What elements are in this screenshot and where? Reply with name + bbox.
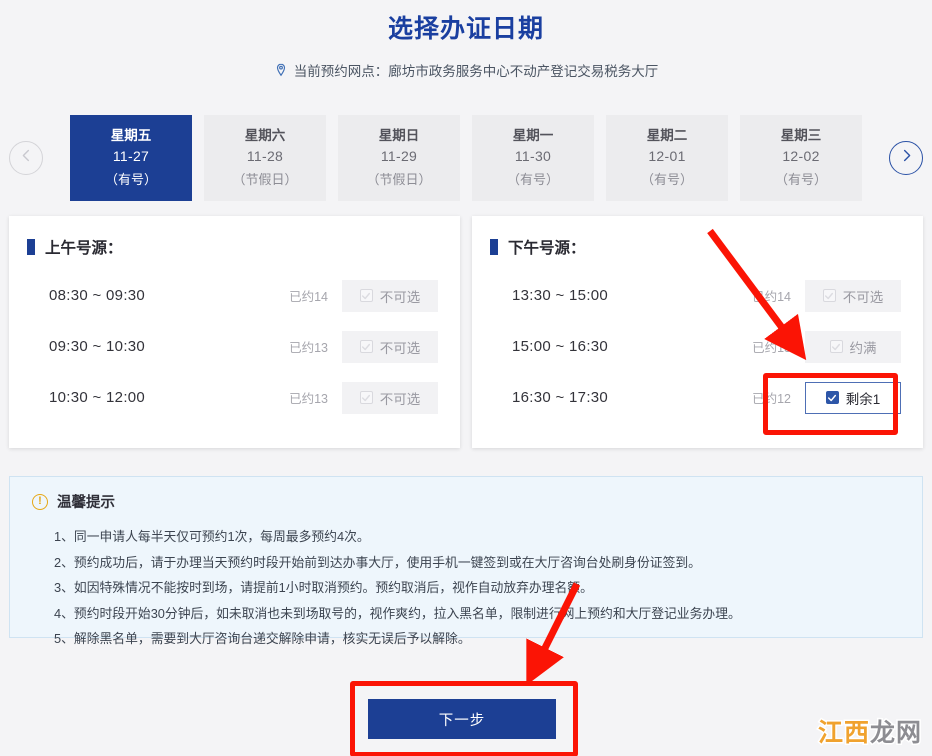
- slot-time: 15:00 ~ 16:30: [512, 338, 609, 355]
- afternoon-panel-title: 下午号源：: [490, 236, 901, 258]
- slot-row: 08:30 ~ 09:30 已约14 不可选: [27, 270, 438, 321]
- slot-state-label: 不可选: [842, 289, 884, 305]
- date-tab-date: 11-28: [246, 147, 284, 164]
- date-tab-11-28[interactable]: 星期六 11-28 （节假日）: [204, 115, 326, 201]
- chevron-right-icon: [899, 148, 914, 168]
- page-title: 选择办证日期: [387, 15, 544, 43]
- checkbox-icon: [822, 289, 836, 302]
- date-tab-note: （有号）: [640, 172, 693, 188]
- current-site-label: 当前预约网点：廊坊市政务服务中心不动产登记交易税务大厅: [293, 64, 659, 79]
- date-tab-weekday: 星期六: [244, 127, 286, 143]
- tips-list: 1、同一申请人每半天仅可预约1次，每周最多预约4次。 2、预约成功后，请于办理当天…: [32, 524, 902, 652]
- tips-heading: ! 温馨提示: [32, 491, 902, 512]
- slot-row: 10:30 ~ 12:00 已约13 不可选: [27, 372, 438, 423]
- watermark-part2: 龙网: [868, 719, 922, 747]
- appointment-date-page: 选择办证日期 当前预约网点：廊坊市政务服务中心不动产登记交易税务大厅 星期五 11…: [0, 0, 932, 756]
- date-tab-note: （有号）: [506, 172, 559, 188]
- slot-booked-count: 已约14: [752, 290, 791, 304]
- next-week-button[interactable]: [889, 141, 923, 175]
- afternoon-panel-title-label: 下午号源：: [508, 240, 586, 257]
- date-tab-weekday: 星期二: [646, 127, 688, 143]
- tips-heading-label: 温馨提示: [57, 495, 115, 511]
- slot-time: 16:30 ~ 17:30: [512, 389, 609, 406]
- slot-time: 13:30 ~ 15:00: [512, 287, 609, 304]
- slot-booked-count: 已约14: [289, 290, 328, 304]
- tips-item: 2、预约成功后，请于办理当天预约时段开始前到达办事大厅，使用手机一键签到或在大厅…: [54, 554, 701, 570]
- morning-panel: 上午号源： 08:30 ~ 09:30 已约14 不可选 09:30 ~ 10:30 已…: [9, 216, 460, 448]
- slot-row: 09:30 ~ 10:30 已约13 不可选: [27, 321, 438, 372]
- slot-checkbox-option: 约满: [805, 330, 901, 363]
- date-tab-list: 星期五 11-27 （有号） 星期六 11-28 （节假日） 星期日 11-29 （节假日） 星期…: [70, 115, 862, 201]
- date-tab-note: （节假日）: [232, 172, 298, 188]
- slot-state-label: 不可选: [379, 340, 421, 356]
- morning-panel-title: 上午号源：: [27, 236, 438, 258]
- morning-panel-title-label: 上午号源：: [45, 240, 123, 257]
- slot-state-label: 不可选: [379, 391, 421, 407]
- morning-slot-list: 08:30 ~ 09:30 已约14 不可选 09:30 ~ 10:30 已约13 不可选…: [27, 270, 438, 423]
- date-strip: 星期五 11-27 （有号） 星期六 11-28 （节假日） 星期日 11-29 （节假日） 星期…: [0, 110, 932, 206]
- tips-item: 3、如因特殊情况不能按时到场，请提前1小时取消预约。预约取消后，视作自动放弃办理…: [54, 580, 593, 596]
- date-tab-11-27[interactable]: 星期五 11-27 （有号）: [70, 115, 192, 201]
- chevron-left-icon: [19, 148, 34, 168]
- date-tab-11-29[interactable]: 星期日 11-29 （节假日）: [338, 115, 460, 201]
- date-tab-note: （节假日）: [366, 172, 432, 188]
- exclamation-circle-icon: !: [32, 493, 48, 510]
- slot-state-label: 约满: [849, 340, 877, 356]
- date-tab-date: 11-27: [112, 147, 150, 164]
- date-tab-date: 11-30: [514, 147, 552, 164]
- date-tab-11-30[interactable]: 星期一 11-30 （有号）: [472, 115, 594, 201]
- slot-booked-count: 已约13: [289, 341, 328, 355]
- slot-checkbox-option: 不可选: [342, 381, 438, 414]
- slot-booked-count: 已约13: [752, 341, 791, 355]
- date-tab-weekday: 星期五: [110, 127, 152, 143]
- date-tab-weekday: 星期一: [512, 127, 554, 143]
- slot-checkbox-option: 不可选: [342, 330, 438, 363]
- slot-row: 15:00 ~ 16:30 已约13 约满: [490, 321, 901, 372]
- date-tab-note: （有号）: [104, 172, 157, 188]
- slot-state-label: 不可选: [379, 289, 421, 305]
- slot-checkbox-option: 不可选: [342, 279, 438, 312]
- location-pin-icon: [274, 62, 288, 78]
- tips-box: ! 温馨提示 1、同一申请人每半天仅可预约1次，每周最多预约4次。 2、预约成功后…: [9, 476, 923, 646]
- date-tab-note: （有号）: [774, 172, 827, 188]
- slot-row: 13:30 ~ 15:00 已约14 不可选: [490, 270, 901, 321]
- slot-checkbox-option: 不可选: [805, 279, 901, 312]
- slot-time: 09:30 ~ 10:30: [49, 338, 146, 355]
- watermark: 江西龙网: [816, 719, 922, 747]
- slot-booked-count: 已约13: [289, 392, 328, 406]
- date-tab-date: 11-29: [380, 147, 418, 164]
- tips-item: 5、解除黑名单，需要到大厅咨询台递交解除申请，核实无误后予以解除。: [54, 631, 471, 647]
- slot-time: 08:30 ~ 09:30: [49, 287, 146, 304]
- checkbox-icon: [359, 391, 373, 404]
- current-site-line: 当前预约网点：廊坊市政务服务中心不动产登记交易税务大厅: [0, 60, 932, 80]
- date-tab-date: 12-02: [782, 147, 820, 164]
- tips-item: 1、同一申请人每半天仅可预约1次，每周最多预约4次。: [54, 529, 370, 544]
- checkbox-icon: [359, 289, 373, 302]
- prev-week-button[interactable]: [9, 141, 43, 175]
- checkbox-icon: [829, 340, 843, 353]
- date-tab-date: 12-01: [648, 147, 686, 164]
- tips-item: 4、预约时段开始30分钟后，如未取消也未到场取号的，视作爽约，拉入黑名单，限制进…: [54, 605, 741, 621]
- date-tab-weekday: 星期日: [378, 127, 420, 143]
- section-marker-icon: [490, 239, 498, 255]
- section-marker-icon: [27, 239, 35, 255]
- slot-time: 10:30 ~ 12:00: [49, 389, 146, 406]
- date-tab-12-02[interactable]: 星期三 12-02 （有号）: [740, 115, 862, 201]
- watermark-part1: 江西: [816, 719, 870, 747]
- annotation-box-next-button: [350, 681, 578, 756]
- date-tab-12-01[interactable]: 星期二 12-01 （有号）: [606, 115, 728, 201]
- checkbox-icon: [359, 340, 373, 353]
- date-tab-weekday: 星期三: [780, 127, 822, 143]
- annotation-box-selected-slot: [763, 373, 898, 435]
